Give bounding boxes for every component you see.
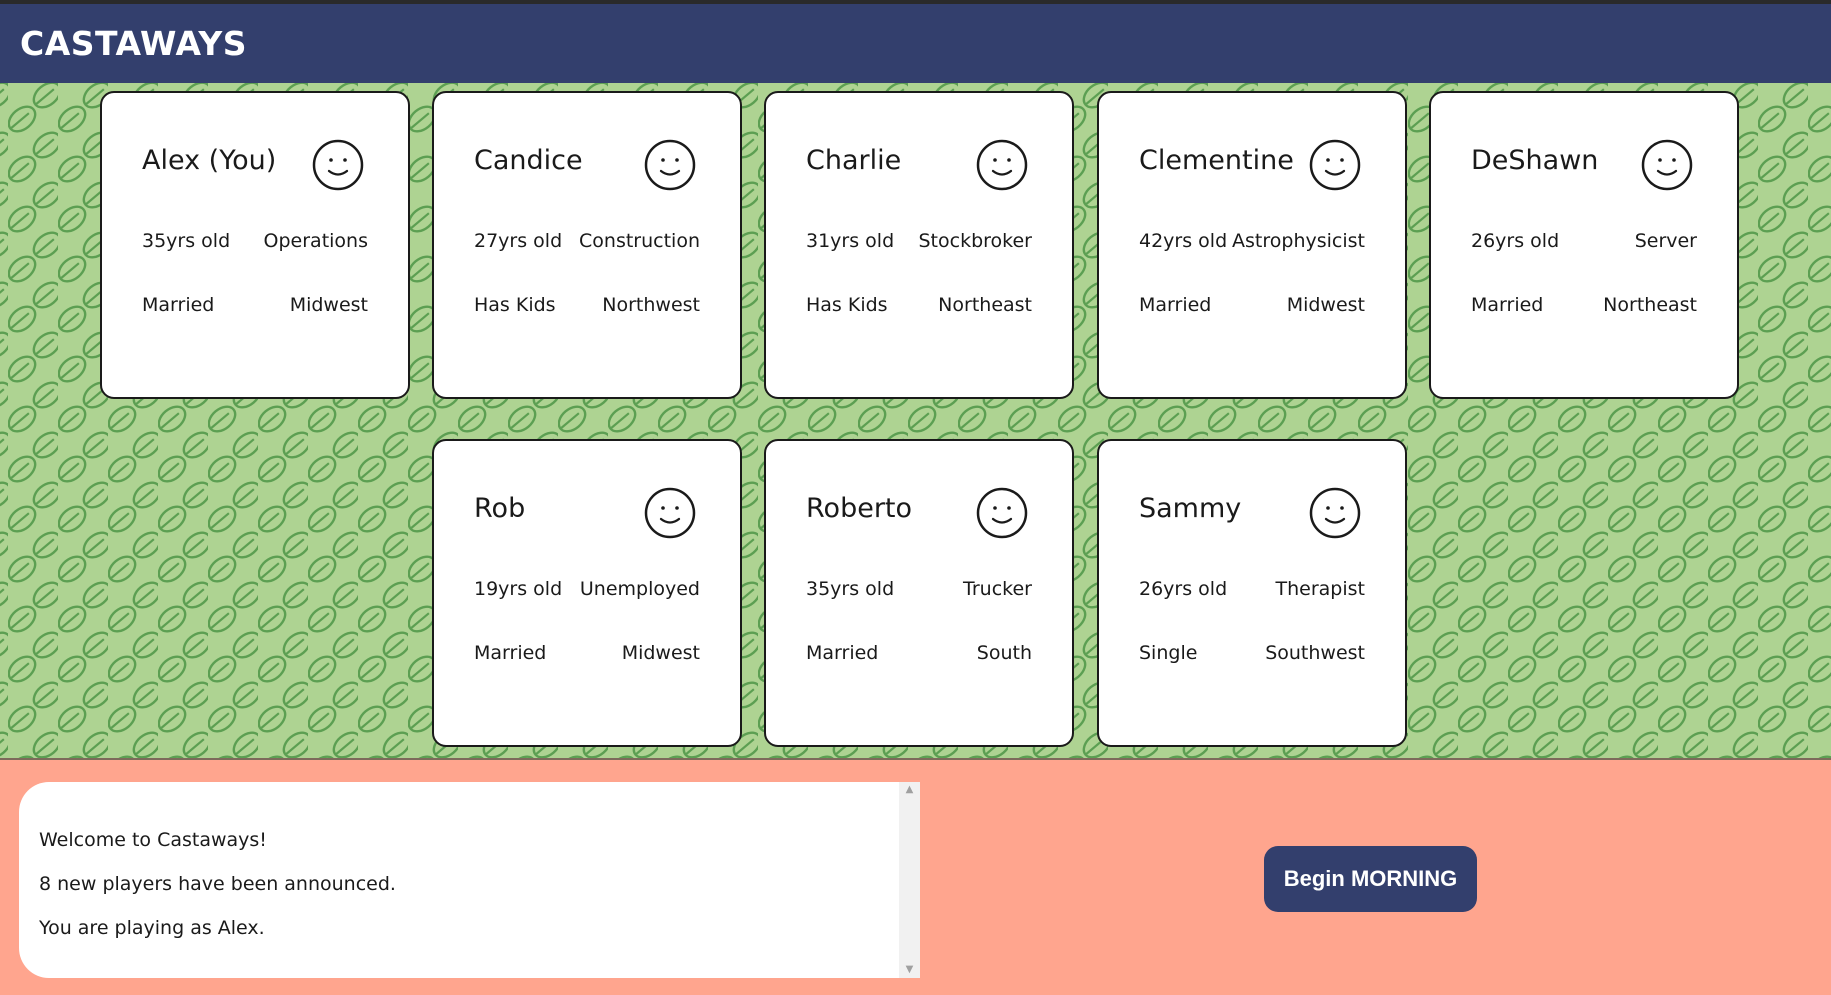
control-panel: Welcome to Castaways! 8 new players have…: [0, 758, 1831, 995]
player-job: Astrophysicist: [1232, 230, 1365, 252]
player-card-rob[interactable]: Rob 19yrs old Unemployed Married Midwest: [432, 439, 742, 747]
smiley-face-icon: [1641, 139, 1693, 191]
player-status: Married: [806, 642, 879, 664]
smiley-face-icon: [644, 487, 696, 539]
player-age: 26yrs old: [1471, 230, 1560, 252]
player-age: 35yrs old: [142, 230, 231, 252]
player-region: Midwest: [621, 642, 700, 664]
message-log[interactable]: Welcome to Castaways! 8 new players have…: [19, 782, 899, 978]
player-age: 35yrs old: [806, 578, 895, 600]
player-status: Married: [142, 294, 215, 316]
top-bar: CASTAWAYS: [0, 0, 1831, 83]
player-region: Northwest: [602, 294, 700, 316]
player-job: Stockbroker: [918, 230, 1033, 252]
app-title: CASTAWAYS: [20, 24, 247, 63]
player-region: Northeast: [1603, 294, 1697, 316]
player-status: Has Kids: [474, 294, 556, 316]
player-card-sammy[interactable]: Sammy 26yrs old Therapist Single Southwe…: [1097, 439, 1407, 747]
player-region: Midwest: [1286, 294, 1365, 316]
scroll-up-arrow-icon[interactable]: ▲: [899, 782, 920, 798]
player-status: Single: [1139, 642, 1198, 664]
log-message: You are playing as Alex.: [39, 917, 265, 939]
player-status: Married: [1139, 294, 1212, 316]
player-name: Candice: [474, 145, 583, 176]
player-name: Charlie: [806, 145, 902, 176]
player-job: Therapist: [1275, 578, 1365, 600]
player-age: 42yrs old: [1139, 230, 1228, 252]
player-job: Construction: [579, 230, 700, 252]
smiley-face-icon: [312, 139, 364, 191]
smiley-face-icon: [1309, 139, 1361, 191]
smiley-face-icon: [976, 487, 1028, 539]
player-card-alex[interactable]: Alex (You) 35yrs old Operations Married …: [100, 91, 410, 399]
player-card-roberto[interactable]: Roberto 35yrs old Trucker Married South: [764, 439, 1074, 747]
player-job: Operations: [263, 230, 368, 252]
log-scrollbar[interactable]: ▲ ▼: [899, 782, 920, 978]
log-message: 8 new players have been announced.: [39, 873, 396, 895]
player-board: Alex (You) 35yrs old Operations Married …: [0, 83, 1831, 758]
player-region: South: [976, 642, 1032, 664]
player-age: 27yrs old: [474, 230, 563, 252]
player-age: 26yrs old: [1139, 578, 1228, 600]
begin-phase-button[interactable]: Begin MORNING: [1264, 846, 1477, 912]
player-name: Alex (You): [142, 145, 277, 176]
player-name: DeShawn: [1471, 145, 1599, 176]
player-job: Unemployed: [579, 578, 700, 600]
player-age: 31yrs old: [806, 230, 895, 252]
player-name: Roberto: [806, 493, 913, 524]
scroll-down-arrow-icon[interactable]: ▼: [899, 962, 920, 978]
player-status: Has Kids: [806, 294, 888, 316]
player-card-charlie[interactable]: Charlie 31yrs old Stockbroker Has Kids N…: [764, 91, 1074, 399]
player-card-clementine[interactable]: Clementine 42yrs old Astrophysicist Marr…: [1097, 91, 1407, 399]
player-region: Northeast: [938, 294, 1032, 316]
log-message: Welcome to Castaways!: [39, 829, 267, 851]
player-name: Clementine: [1139, 145, 1294, 176]
player-job: Server: [1634, 230, 1697, 252]
player-region: Midwest: [289, 294, 368, 316]
smiley-face-icon: [644, 139, 696, 191]
player-name: Rob: [474, 493, 526, 524]
player-status: Married: [1471, 294, 1544, 316]
player-card-deshawn[interactable]: DeShawn 26yrs old Server Married Northea…: [1429, 91, 1739, 399]
smiley-face-icon: [1309, 487, 1361, 539]
player-name: Sammy: [1139, 493, 1242, 524]
player-status: Married: [474, 642, 547, 664]
player-card-candice[interactable]: Candice 27yrs old Construction Has Kids …: [432, 91, 742, 399]
player-age: 19yrs old: [474, 578, 563, 600]
smiley-face-icon: [976, 139, 1028, 191]
player-region: Southwest: [1265, 642, 1365, 664]
player-job: Trucker: [963, 578, 1032, 600]
